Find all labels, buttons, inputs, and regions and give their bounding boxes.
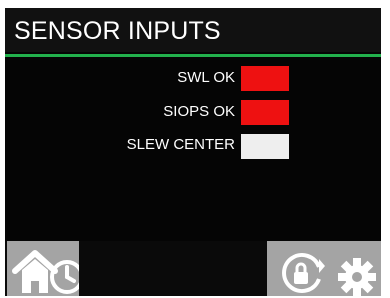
title-bar: SENSOR INPUTS <box>5 8 381 52</box>
home-button[interactable] <box>7 241 79 296</box>
home-icon <box>12 250 79 294</box>
sensor-label-siops-ok: SIOPS OK <box>163 103 235 120</box>
clock-button[interactable] <box>80 241 130 296</box>
sensor-indicator-slew-center <box>241 134 289 159</box>
sensor-indicator-siops-ok <box>241 100 289 125</box>
lock-button[interactable] <box>267 241 381 296</box>
hmi-screen: SENSOR INPUTS SWL OK SIOPS OK SLEW CENTE… <box>5 8 381 296</box>
lock-icon <box>282 253 376 296</box>
gear-icon <box>338 258 376 296</box>
sensor-label-swl-ok: SWL OK <box>177 69 235 86</box>
sensor-label-slew-center: SLEW CENTER <box>126 136 235 153</box>
title-divider <box>5 54 381 57</box>
sensor-indicator-swl-ok <box>241 66 289 91</box>
bottom-navigation-bar <box>5 241 381 296</box>
page-title: SENSOR INPUTS <box>14 17 221 45</box>
